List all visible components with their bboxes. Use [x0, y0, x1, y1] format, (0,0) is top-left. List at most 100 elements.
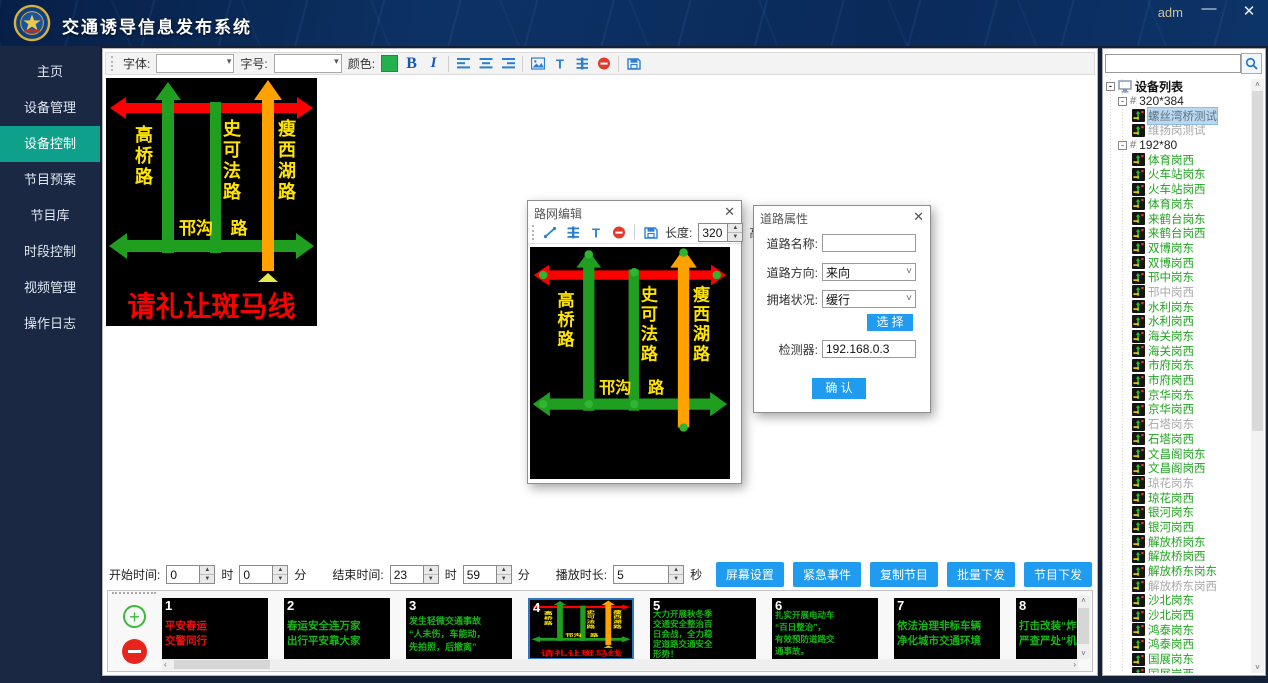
add-program-button[interactable]: + — [123, 605, 146, 628]
image-icon[interactable] — [529, 55, 546, 72]
playlist-v-scrollbar[interactable]: ˄ ˅ — [1077, 596, 1090, 659]
close-icon[interactable]: ✕ — [1238, 2, 1260, 20]
toolbar-grip[interactable] — [532, 225, 534, 240]
tree-device-1-20[interactable]: 文昌阁岗东 — [1132, 446, 1249, 461]
tree-device-1-21[interactable]: 文昌阁岗西 — [1132, 461, 1249, 476]
collapse-icon[interactable]: - — [1106, 82, 1115, 91]
tree-device-1-32[interactable]: 鸿泰岗东 — [1132, 622, 1249, 637]
select-button[interactable]: 选 择 — [867, 314, 913, 331]
action-button-0[interactable]: 屏幕设置 — [716, 562, 784, 587]
save-icon[interactable] — [642, 224, 659, 241]
search-button[interactable] — [1241, 53, 1262, 74]
tree-device-1-19[interactable]: 石塔岗西 — [1132, 432, 1249, 447]
road-direction-select[interactable]: 来向 — [822, 263, 916, 281]
tree-device-1-24[interactable]: 银河岗东 — [1132, 505, 1249, 520]
road-icon[interactable] — [573, 55, 590, 72]
device-tree-scrollbar[interactable]: ˄ ˅ — [1251, 79, 1264, 673]
toolbar-grip[interactable] — [111, 56, 116, 71]
tree-device-1-5[interactable]: 来鹤台岗西 — [1132, 226, 1249, 241]
duration-stepper[interactable]: 5▲▼ — [613, 565, 684, 584]
tree-device-1-14[interactable]: 市府岗东 — [1132, 358, 1249, 373]
scroll-down-icon[interactable]: ˅ — [1077, 649, 1090, 659]
tree-device-1-8[interactable]: 邗中岗东 — [1132, 270, 1249, 285]
road-handle-dot[interactable] — [630, 268, 639, 276]
playlist-item-4[interactable]: 高桥路史可法路瘦西湖路邗沟路请礼让斑马线4 — [528, 598, 634, 660]
dialog-titlebar[interactable]: 道路属性 ✕ — [754, 206, 930, 226]
tree-device-1-17[interactable]: 京华岗西 — [1132, 402, 1249, 417]
end-hour-stepper[interactable]: 23▲▼ — [390, 565, 439, 584]
scroll-up-icon[interactable]: ˄ — [1077, 596, 1090, 606]
tree-root[interactable]: -设备列表 — [1106, 79, 1249, 94]
tree-device-1-18[interactable]: 石塔岗东 — [1132, 417, 1249, 432]
collapse-icon[interactable]: - — [1118, 97, 1127, 106]
align-right-icon[interactable] — [499, 55, 516, 72]
tree-device-1-27[interactable]: 解放桥岗西 — [1132, 549, 1249, 564]
led-sign-preview[interactable]: 高桥路史可法路瘦西湖路邗沟路请礼让斑马线 — [106, 78, 317, 326]
tree-device-1-0[interactable]: 体育岗西 — [1132, 152, 1249, 167]
font-size-select[interactable] — [274, 54, 342, 73]
tree-device-1-13[interactable]: 海关岗西 — [1132, 343, 1249, 358]
sidebar-item-6[interactable]: 视频管理 — [0, 270, 100, 306]
road-name-field[interactable] — [822, 234, 916, 252]
tree-device-1-7[interactable]: 双博岗西 — [1132, 255, 1249, 270]
action-button-4[interactable]: 节目下发 — [1024, 562, 1092, 587]
playlist-item-8[interactable]: 打击改装“炸严查严处“机8 — [1016, 598, 1078, 660]
tree-device-1-23[interactable]: 琼花岗西 — [1132, 490, 1249, 505]
save-icon[interactable] — [625, 55, 642, 72]
tree-device-1-34[interactable]: 国展岗东 — [1132, 652, 1249, 667]
minimize-icon[interactable]: — — [1198, 0, 1220, 17]
remove-program-button[interactable] — [122, 639, 147, 664]
road-handle-dot[interactable] — [712, 271, 721, 279]
font-select[interactable] — [156, 54, 234, 73]
tree-group-320*384[interactable]: -#320*384 — [1118, 94, 1249, 109]
tree-device-0-0[interactable]: 螺丝湾桥测试 — [1132, 108, 1249, 123]
align-left-icon[interactable] — [455, 55, 472, 72]
start-minute-stepper[interactable]: 0▲▼ — [239, 565, 288, 584]
text-icon[interactable]: T — [551, 55, 568, 72]
playlist-item-1[interactable]: 平安春运交警同行1 — [162, 598, 268, 660]
detector-field[interactable]: 192.168.0.3 — [822, 340, 916, 358]
road-network-canvas[interactable]: 高桥路史可法路瘦西湖路邗沟路 — [530, 247, 730, 479]
tree-device-1-29[interactable]: 解放桥东岗西 — [1132, 578, 1249, 593]
sidebar-item-0[interactable]: 主页 — [0, 54, 100, 90]
action-button-2[interactable]: 复制节目 — [870, 562, 938, 587]
delete-icon[interactable] — [595, 55, 612, 72]
tree-device-1-26[interactable]: 解放桥岗东 — [1132, 534, 1249, 549]
tree-device-1-6[interactable]: 双博岗东 — [1132, 241, 1249, 256]
line-icon[interactable] — [541, 224, 558, 241]
bold-icon[interactable]: B — [403, 55, 420, 72]
action-button-3[interactable]: 批量下发 — [947, 562, 1015, 587]
tree-device-1-3[interactable]: 体育岗东 — [1132, 197, 1249, 212]
device-search-input[interactable] — [1105, 54, 1241, 73]
tree-device-1-11[interactable]: 水利岗西 — [1132, 314, 1249, 329]
scroll-down-icon[interactable]: ˅ — [1251, 662, 1264, 673]
tree-device-1-10[interactable]: 水利岗东 — [1132, 299, 1249, 314]
road-handle-dot[interactable] — [585, 400, 594, 408]
sidebar-item-7[interactable]: 操作日志 — [0, 306, 100, 342]
scroll-left-icon[interactable]: ‹ — [164, 659, 167, 670]
road-icon[interactable] — [564, 224, 581, 241]
sidebar-item-1[interactable]: 设备管理 — [0, 90, 100, 126]
confirm-button[interactable]: 确 认 — [812, 378, 866, 399]
road-handle-dot[interactable] — [585, 250, 594, 258]
playlist-grip[interactable] — [112, 592, 156, 597]
road-handle-dot[interactable] — [679, 423, 688, 431]
sidebar-item-5[interactable]: 时段控制 — [0, 234, 100, 270]
playlist-item-2[interactable]: 春运安全连万家出行平安靠大家2 — [284, 598, 390, 660]
tree-device-1-31[interactable]: 沙北岗西 — [1132, 608, 1249, 623]
tree-device-1-12[interactable]: 海关岗东 — [1132, 329, 1249, 344]
tree-device-1-30[interactable]: 沙北岗东 — [1132, 593, 1249, 608]
dialog-titlebar[interactable]: 路网编辑 ✕ — [528, 201, 741, 221]
scroll-up-icon[interactable]: ˄ — [1251, 79, 1264, 90]
road-handle-dot[interactable] — [539, 271, 548, 279]
road-handle-dot[interactable] — [679, 248, 688, 256]
playlist-h-scrollbar[interactable]: ‹ › — [162, 659, 1078, 670]
text-icon[interactable]: T — [587, 224, 604, 241]
color-swatch-icon[interactable] — [381, 55, 398, 72]
collapse-icon[interactable]: - — [1118, 141, 1127, 150]
tree-device-1-35[interactable]: 国展岗西 — [1132, 667, 1249, 674]
length-stepper[interactable]: 320▲▼ — [698, 223, 743, 242]
congestion-select[interactable]: 缓行 — [822, 290, 916, 308]
tree-device-1-9[interactable]: 邗中岗西 — [1132, 285, 1249, 300]
action-button-1[interactable]: 紧急事件 — [793, 562, 861, 587]
